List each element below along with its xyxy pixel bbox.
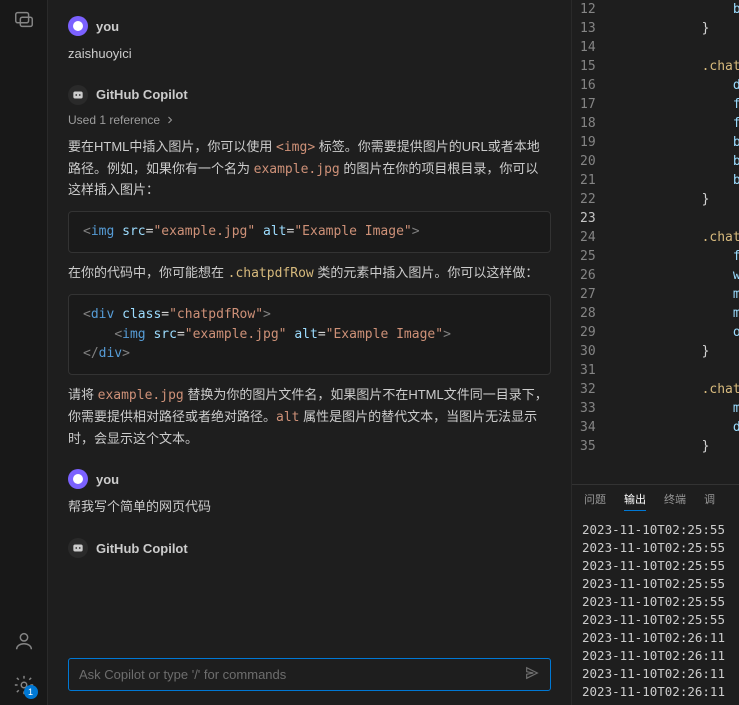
chat-message: you 帮我写个简单的网页代码 [48, 461, 571, 530]
chat-message: you zaishuoyici [48, 8, 571, 77]
panel-tab[interactable]: 调 [704, 491, 715, 511]
copilot-chat-panel: you zaishuoyici GitHub Copilot Used 1 refer… [48, 0, 572, 705]
user-avatar-icon [68, 16, 88, 36]
user-avatar-icon [68, 469, 88, 489]
settings-icon[interactable]: 1 [12, 673, 36, 697]
message-author: you [96, 19, 119, 34]
message-author: GitHub Copilot [96, 541, 188, 556]
output-panel[interactable]: 2023-11-10T02:25:552023-11-10T02:25:5520… [572, 517, 739, 705]
message-body: 要在HTML中插入图片，你可以使用 <img> 标签。你需要提供图片的URL或者… [68, 137, 551, 450]
code-block[interactable]: <div class="chatpdfRow"> <img src="examp… [68, 294, 551, 375]
chat-input-container [68, 658, 551, 691]
used-reference[interactable]: Used 1 reference [68, 113, 551, 127]
chat-message: GitHub Copilot Used 1 reference 要在HTML中插入图… [48, 77, 571, 462]
output-line: 2023-11-10T02:26:11 [582, 629, 729, 647]
output-line: 2023-11-10T02:25:55 [582, 593, 729, 611]
output-line: 2023-11-10T02:25:55 [582, 521, 729, 539]
send-icon[interactable] [524, 665, 540, 684]
chat-scroll[interactable]: you zaishuoyici GitHub Copilot Used 1 refer… [48, 0, 571, 648]
message-author: you [96, 472, 119, 487]
code-block[interactable]: <img src="example.jpg" alt="Example Imag… [68, 211, 551, 253]
output-line: 2023-11-10T02:25:55 [582, 557, 729, 575]
account-icon[interactable] [12, 629, 36, 653]
activity-bar: 1 [0, 0, 48, 705]
chat-input[interactable] [79, 667, 524, 682]
copilot-avatar-icon [68, 538, 88, 558]
panel-tab[interactable]: 输出 [624, 491, 646, 511]
copilot-avatar-icon [68, 85, 88, 105]
settings-badge: 1 [24, 685, 38, 699]
panel-tab[interactable]: 终端 [664, 491, 686, 511]
output-line: 2023-11-10T02:25:55 [582, 575, 729, 593]
output-line: 2023-11-10T02:25:55 [582, 611, 729, 629]
editor-panel: 1213141516171819202122232425262728293031… [572, 0, 739, 705]
message-body: zaishuoyici [68, 44, 551, 65]
message-body: 帮我写个简单的网页代码 [68, 497, 551, 518]
panel-tab[interactable]: 问题 [584, 491, 606, 511]
output-line: 2023-11-10T02:26:11 [582, 665, 729, 683]
chat-message: GitHub Copilot [48, 530, 571, 578]
message-author: GitHub Copilot [96, 87, 188, 102]
output-line: 2023-11-10T02:26:11 [582, 683, 729, 701]
panel-tabs: 问题输出终端调 [572, 484, 739, 517]
editor-code[interactable]: 1213141516171819202122232425262728293031… [572, 0, 739, 484]
output-line: 2023-11-10T02:25:55 [582, 539, 729, 557]
chat-icon[interactable] [12, 8, 36, 32]
output-line: 2023-11-10T02:26:11 [582, 647, 729, 665]
